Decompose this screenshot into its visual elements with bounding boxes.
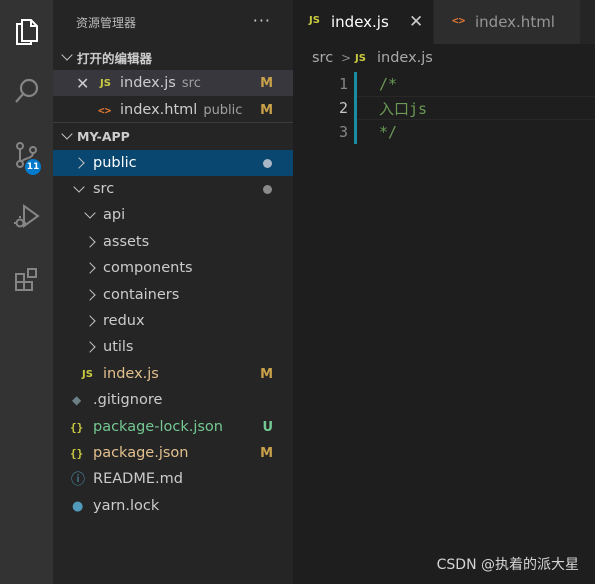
tree-file-gitignore[interactable]: ◆ .gitignore	[53, 387, 293, 413]
code-line[interactable]: 1 /*	[293, 72, 595, 96]
tree-folder-api[interactable]: api	[53, 202, 293, 228]
tree-folder-utils[interactable]: utils	[53, 334, 293, 360]
tree-label: .gitignore	[93, 392, 163, 408]
tree-label: index.js	[103, 366, 159, 382]
tree-label: containers	[103, 287, 180, 303]
yarn-file-icon: ●	[72, 498, 84, 514]
open-editors-label: 打开的编辑器	[77, 50, 153, 66]
chevron-right-icon	[84, 262, 96, 274]
git-status-badge: U	[262, 419, 273, 435]
close-tab-icon[interactable]: ✕	[409, 12, 423, 32]
tree-label: public	[93, 155, 137, 171]
project-label: MY-APP	[77, 128, 130, 144]
chevron-down-icon	[61, 49, 73, 61]
watermark: CSDN @执着的派大星	[436, 557, 579, 573]
tree-label: README.md	[93, 471, 183, 487]
code-text: 入口js	[379, 99, 428, 118]
source-control-badge: 11	[25, 159, 41, 175]
tree-file-package-json[interactable]: {} package.json M	[53, 440, 293, 466]
html-file-icon: <>	[452, 14, 466, 27]
close-icon[interactable]: ✕	[76, 74, 89, 93]
search-icon[interactable]	[0, 66, 53, 116]
code-text: /*	[379, 75, 398, 93]
open-editor-item[interactable]: <> index.html public M	[53, 97, 293, 123]
tab-label: index.html	[475, 13, 555, 31]
open-editor-label: index.js	[120, 75, 176, 91]
tree-folder-containers[interactable]: containers	[53, 282, 293, 308]
open-editor-desc: src	[181, 76, 201, 91]
open-editor-desc: public	[203, 103, 243, 118]
tree-label: utils	[103, 339, 134, 355]
js-file-icon: JS	[355, 52, 366, 64]
js-file-icon: JS	[82, 368, 93, 380]
breadcrumb-separator: >	[341, 51, 352, 65]
json-file-icon: {}	[70, 446, 84, 460]
git-file-icon: ◆	[72, 393, 82, 407]
tree-folder-public[interactable]: public	[53, 150, 293, 176]
more-actions-icon[interactable]: ···	[253, 11, 271, 30]
chevron-down-icon	[84, 207, 96, 219]
chevron-down-icon	[61, 128, 73, 140]
code-line[interactable]: 3 */	[293, 120, 595, 144]
code-text: */	[379, 123, 398, 141]
tree-file-package-lock[interactable]: {} package-lock.json U	[53, 414, 293, 440]
breadcrumb-folder[interactable]: src	[312, 50, 333, 66]
tree-label: assets	[103, 234, 150, 250]
line-number: 2	[338, 99, 348, 117]
breadcrumb: src > JS index.js	[293, 44, 595, 72]
run-debug-icon[interactable]	[0, 191, 53, 241]
tree-label: redux	[103, 313, 145, 329]
tree-label: package-lock.json	[93, 419, 223, 435]
chevron-down-icon	[73, 181, 85, 193]
modified-dot	[263, 184, 272, 194]
breadcrumb-file[interactable]: index.js	[377, 50, 433, 66]
tree-folder-src[interactable]: src	[53, 176, 293, 202]
git-status-badge: M	[260, 102, 273, 118]
chevron-right-icon	[84, 315, 96, 327]
activity-bar: 11	[0, 0, 53, 584]
open-editor-item[interactable]: ✕ JS index.js src M	[53, 70, 293, 96]
js-file-icon: JS	[100, 77, 111, 89]
chevron-right-icon	[84, 236, 96, 248]
open-editor-label: index.html	[120, 102, 198, 118]
chevron-right-icon	[84, 341, 96, 353]
tree-label: api	[103, 207, 126, 223]
tree-file-yarn-lock[interactable]: ● yarn.lock	[53, 493, 293, 519]
json-file-icon: {}	[70, 420, 84, 434]
explorer-sidebar: 资源管理器 ··· 打开的编辑器 ✕ JS index.js src M <> i…	[53, 0, 293, 584]
tree-label: package.json	[93, 445, 189, 461]
project-section[interactable]: MY-APP	[53, 123, 293, 149]
chevron-right-icon	[84, 289, 96, 301]
modified-dot	[263, 158, 272, 168]
extensions-icon[interactable]	[0, 255, 53, 305]
info-icon: ⓘ	[71, 472, 85, 488]
editor-area: JS index.js ✕ <> index.html src > JS ind…	[293, 0, 595, 584]
html-file-icon: <>	[98, 103, 112, 117]
tree-folder-redux[interactable]: redux	[53, 308, 293, 334]
tree-file-index-js[interactable]: JS index.js M	[53, 361, 293, 387]
line-number: 3	[338, 123, 348, 141]
tab-index-js[interactable]: JS index.js ✕	[293, 0, 433, 44]
git-status-badge: M	[260, 445, 273, 461]
tree-label: components	[103, 260, 193, 276]
tree-label: yarn.lock	[93, 498, 160, 514]
git-status-badge: M	[260, 366, 273, 382]
sidebar-title: 资源管理器	[76, 15, 137, 30]
line-number: 1	[338, 75, 348, 93]
tree-file-readme[interactable]: ⓘ README.md	[53, 466, 293, 492]
open-editors-section[interactable]: 打开的编辑器	[53, 44, 293, 70]
tree-folder-components[interactable]: components	[53, 255, 293, 281]
tree-folder-assets[interactable]: assets	[53, 229, 293, 255]
explorer-icon[interactable]	[0, 6, 53, 56]
tree-label: src	[93, 181, 115, 197]
chevron-right-icon	[73, 157, 85, 169]
source-control-icon[interactable]: 11	[0, 130, 53, 180]
git-status-badge: M	[260, 75, 273, 91]
js-file-icon: JS	[309, 15, 320, 26]
tab-bar: JS index.js ✕ <> index.html	[293, 0, 595, 44]
tab-label: index.js	[331, 13, 389, 31]
code-line[interactable]: 2 入口js	[293, 96, 595, 120]
tab-index-html[interactable]: <> index.html	[434, 0, 580, 44]
